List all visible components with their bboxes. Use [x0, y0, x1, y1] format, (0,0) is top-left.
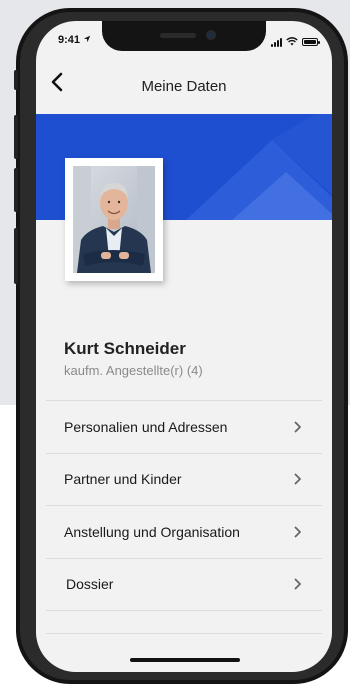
battery-icon	[302, 38, 320, 46]
volume-up-button	[14, 115, 18, 159]
chevron-right-icon	[292, 525, 304, 539]
side-button-lower	[14, 228, 18, 284]
home-indicator[interactable]	[130, 658, 240, 662]
profile-photo-frame	[65, 158, 163, 281]
menu-item-partner[interactable]: Partner und Kinder	[46, 454, 322, 506]
menu-item-personalien[interactable]: Personalien und Adressen	[46, 401, 322, 454]
chevron-right-icon	[292, 577, 304, 591]
chevron-right-icon	[292, 472, 304, 486]
signal-icon	[271, 37, 282, 47]
status-time-text: 9:41	[58, 34, 81, 46]
volume-down-button	[14, 168, 18, 212]
menu-item-dossier[interactable]: Dossier	[46, 559, 322, 611]
avatar	[73, 166, 155, 273]
menu-item-label: Anstellung und Organisation	[64, 523, 240, 540]
menu-item-label: Personalien und Adressen	[64, 418, 228, 435]
profile-name: Kurt Schneider	[64, 339, 186, 358]
phone-screen: 9:41 Meine Daten Kurt Schneider kaufm. A…	[36, 21, 332, 672]
status-time: 9:41	[58, 34, 91, 46]
profile-menu: Personalien und Adressen Partner und Kin…	[46, 400, 322, 611]
notch	[102, 21, 266, 51]
menu-item-label: Dossier	[66, 576, 114, 593]
speaker-grille	[160, 33, 196, 38]
location-arrow-icon	[83, 34, 91, 46]
wifi-icon	[286, 33, 298, 51]
front-camera	[206, 30, 216, 40]
menu-item-label: Partner und Kinder	[64, 471, 182, 488]
menu-item-anstellung[interactable]: Anstellung und Organisation	[46, 506, 322, 559]
page-title: Meine Daten	[141, 78, 227, 95]
chevron-right-icon	[292, 420, 304, 434]
mute-switch	[14, 70, 18, 90]
bottom-divider	[46, 633, 322, 634]
profile-role: kaufm. Angestellte(r) (4)	[64, 363, 203, 378]
status-icons	[271, 33, 320, 51]
